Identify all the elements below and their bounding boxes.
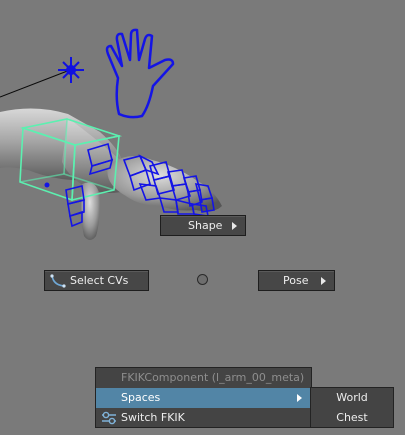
submenu-arrow-icon [297,394,302,402]
submenu-arrow-icon [232,222,237,230]
select-cvs-label: Select CVs [70,274,129,287]
curve-cv-icon [50,274,66,288]
pose-label: Pose [283,274,309,287]
shape-button[interactable]: Shape [160,215,246,236]
menu-header: FKIKComponent (l_arm_00_meta) [96,368,311,388]
pole-vector-line [0,69,71,98]
submenu-item-chest[interactable]: Chest [311,408,393,428]
menu-item-label: Switch FKIK [121,411,185,424]
thumb-pivot-icon [44,182,50,188]
menu-header-label: FKIKComponent (l_arm_00_meta) [121,371,305,384]
ik-hand-control-icon[interactable] [105,28,175,119]
menu-item-switch-fkik[interactable]: Switch FKIK [96,408,311,428]
menu-item-spaces[interactable]: Spaces [96,388,311,408]
ik-pole-target-icon[interactable] [58,57,84,83]
menu-item-label: Spaces [121,391,161,404]
spaces-submenu: World Chest [310,387,394,428]
context-menu: FKIKComponent (l_arm_00_meta) Spaces Swi… [95,367,312,428]
hand-mesh [107,156,222,212]
submenu-item-world[interactable]: World [311,388,393,408]
marking-menu-center-icon [197,274,208,285]
select-cvs-button[interactable]: Select CVs [44,270,149,291]
shape-label: Shape [188,219,223,232]
pose-button[interactable]: Pose [258,270,335,291]
switch-fkik-icon [102,411,116,425]
submenu-arrow-icon [321,277,326,285]
